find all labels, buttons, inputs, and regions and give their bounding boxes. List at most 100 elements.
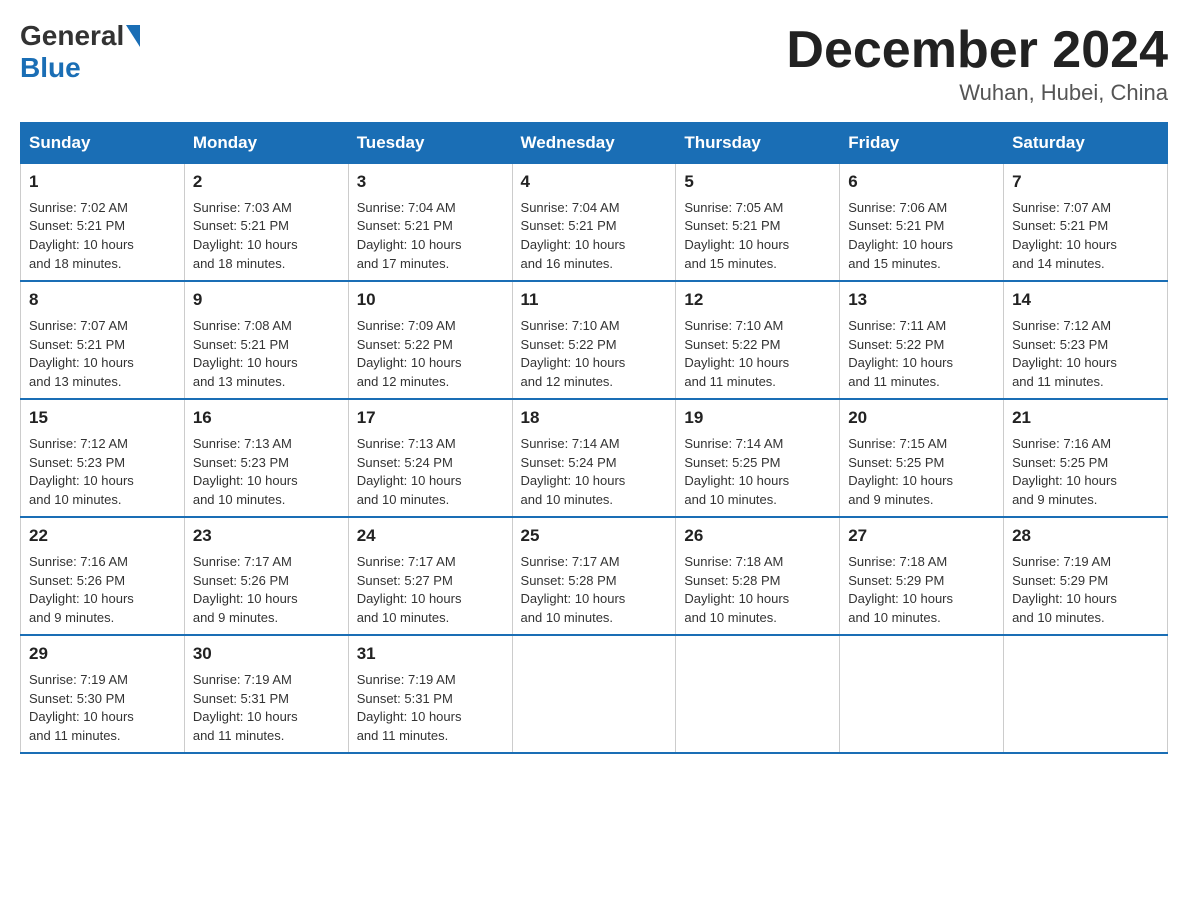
calendar-cell <box>676 635 840 753</box>
day-number: 9 <box>193 288 340 313</box>
day-number: 24 <box>357 524 504 549</box>
calendar-cell: 3 Sunrise: 7:04 AMSunset: 5:21 PMDaylight… <box>348 164 512 282</box>
day-info: Sunrise: 7:19 AMSunset: 5:29 PMDaylight:… <box>1012 554 1117 626</box>
day-number: 17 <box>357 406 504 431</box>
calendar-cell: 21 Sunrise: 7:16 AMSunset: 5:25 PMDayligh… <box>1004 399 1168 517</box>
calendar-cell: 30 Sunrise: 7:19 AMSunset: 5:31 PMDayligh… <box>184 635 348 753</box>
day-number: 23 <box>193 524 340 549</box>
header-friday: Friday <box>840 123 1004 164</box>
day-number: 13 <box>848 288 995 313</box>
calendar-cell: 27Sunrise: 7:18 AMSunset: 5:29 PMDayligh… <box>840 517 1004 635</box>
logo-triangle-icon <box>126 25 140 47</box>
day-number: 8 <box>29 288 176 313</box>
calendar-cell: 26Sunrise: 7:18 AMSunset: 5:28 PMDayligh… <box>676 517 840 635</box>
calendar-cell: 15 Sunrise: 7:12 AMSunset: 5:23 PMDayligh… <box>21 399 185 517</box>
day-info: Sunrise: 7:09 AMSunset: 5:22 PMDaylight:… <box>357 318 462 390</box>
calendar-cell: 10 Sunrise: 7:09 AMSunset: 5:22 PMDayligh… <box>348 281 512 399</box>
day-info: Sunrise: 7:03 AMSunset: 5:21 PMDaylight:… <box>193 200 298 272</box>
calendar-cell: 5Sunrise: 7:05 AMSunset: 5:21 PMDaylight… <box>676 164 840 282</box>
calendar-cell: 8 Sunrise: 7:07 AMSunset: 5:21 PMDaylight… <box>21 281 185 399</box>
day-number: 5 <box>684 170 831 195</box>
day-info: Sunrise: 7:02 AMSunset: 5:21 PMDaylight:… <box>29 200 134 272</box>
day-info: Sunrise: 7:16 AMSunset: 5:25 PMDaylight:… <box>1012 436 1117 508</box>
calendar-week-row: 8 Sunrise: 7:07 AMSunset: 5:21 PMDaylight… <box>21 281 1168 399</box>
day-info: Sunrise: 7:16 AMSunset: 5:26 PMDaylight:… <box>29 554 134 626</box>
day-info: Sunrise: 7:17 AMSunset: 5:28 PMDaylight:… <box>521 554 626 626</box>
calendar-cell: 31 Sunrise: 7:19 AMSunset: 5:31 PMDayligh… <box>348 635 512 753</box>
calendar-cell: 22 Sunrise: 7:16 AMSunset: 5:26 PMDayligh… <box>21 517 185 635</box>
day-info: Sunrise: 7:19 AMSunset: 5:30 PMDaylight:… <box>29 672 134 744</box>
day-number: 26 <box>684 524 831 549</box>
day-info: Sunrise: 7:14 AMSunset: 5:24 PMDaylight:… <box>521 436 626 508</box>
header-thursday: Thursday <box>676 123 840 164</box>
day-number: 7 <box>1012 170 1159 195</box>
day-info: Sunrise: 7:17 AMSunset: 5:27 PMDaylight:… <box>357 554 462 626</box>
day-info: Sunrise: 7:17 AMSunset: 5:26 PMDaylight:… <box>193 554 298 626</box>
day-info: Sunrise: 7:14 AMSunset: 5:25 PMDaylight:… <box>684 436 789 508</box>
header-tuesday: Tuesday <box>348 123 512 164</box>
calendar-table: SundayMondayTuesdayWednesdayThursdayFrid… <box>20 122 1168 754</box>
calendar-cell: 17Sunrise: 7:13 AMSunset: 5:24 PMDayligh… <box>348 399 512 517</box>
day-info: Sunrise: 7:12 AMSunset: 5:23 PMDaylight:… <box>29 436 134 508</box>
day-number: 20 <box>848 406 995 431</box>
calendar-cell: 14 Sunrise: 7:12 AMSunset: 5:23 PMDayligh… <box>1004 281 1168 399</box>
day-number: 18 <box>521 406 668 431</box>
calendar-cell: 6Sunrise: 7:06 AMSunset: 5:21 PMDaylight… <box>840 164 1004 282</box>
day-info: Sunrise: 7:19 AMSunset: 5:31 PMDaylight:… <box>193 672 298 744</box>
calendar-cell: 4 Sunrise: 7:04 AMSunset: 5:21 PMDaylight… <box>512 164 676 282</box>
calendar-cell: 2 Sunrise: 7:03 AMSunset: 5:21 PMDaylight… <box>184 164 348 282</box>
day-number: 3 <box>357 170 504 195</box>
calendar-cell: 13 Sunrise: 7:11 AMSunset: 5:22 PMDayligh… <box>840 281 1004 399</box>
logo-blue-text: Blue <box>20 52 81 83</box>
day-number: 14 <box>1012 288 1159 313</box>
day-number: 25 <box>521 524 668 549</box>
header-sunday: Sunday <box>21 123 185 164</box>
month-title: December 2024 <box>786 20 1168 80</box>
location: Wuhan, Hubei, China <box>786 80 1168 106</box>
calendar-cell: 18 Sunrise: 7:14 AMSunset: 5:24 PMDayligh… <box>512 399 676 517</box>
day-number: 22 <box>29 524 176 549</box>
calendar-cell: 25 Sunrise: 7:17 AMSunset: 5:28 PMDayligh… <box>512 517 676 635</box>
day-number: 29 <box>29 642 176 667</box>
calendar-cell: 7 Sunrise: 7:07 AMSunset: 5:21 PMDaylight… <box>1004 164 1168 282</box>
day-number: 4 <box>521 170 668 195</box>
calendar-cell: 16 Sunrise: 7:13 AMSunset: 5:23 PMDayligh… <box>184 399 348 517</box>
day-info: Sunrise: 7:04 AMSunset: 5:21 PMDaylight:… <box>521 200 626 272</box>
day-info: Sunrise: 7:12 AMSunset: 5:23 PMDaylight:… <box>1012 318 1117 390</box>
day-info: Sunrise: 7:19 AMSunset: 5:31 PMDaylight:… <box>357 672 462 744</box>
calendar-cell: 23 Sunrise: 7:17 AMSunset: 5:26 PMDayligh… <box>184 517 348 635</box>
header-saturday: Saturday <box>1004 123 1168 164</box>
day-number: 10 <box>357 288 504 313</box>
day-number: 31 <box>357 642 504 667</box>
calendar-cell: 1 Sunrise: 7:02 AMSunset: 5:21 PMDaylight… <box>21 164 185 282</box>
calendar-cell <box>512 635 676 753</box>
day-number: 19 <box>684 406 831 431</box>
day-info: Sunrise: 7:11 AMSunset: 5:22 PMDaylight:… <box>848 318 953 390</box>
day-number: 11 <box>521 288 668 313</box>
calendar-week-row: 1 Sunrise: 7:02 AMSunset: 5:21 PMDaylight… <box>21 164 1168 282</box>
day-number: 28 <box>1012 524 1159 549</box>
day-number: 30 <box>193 642 340 667</box>
day-info: Sunrise: 7:10 AMSunset: 5:22 PMDaylight:… <box>521 318 626 390</box>
day-info: Sunrise: 7:07 AMSunset: 5:21 PMDaylight:… <box>1012 200 1117 272</box>
calendar-cell: 28 Sunrise: 7:19 AMSunset: 5:29 PMDayligh… <box>1004 517 1168 635</box>
calendar-cell: 24 Sunrise: 7:17 AMSunset: 5:27 PMDayligh… <box>348 517 512 635</box>
title-area: December 2024 Wuhan, Hubei, China <box>786 20 1168 106</box>
day-number: 12 <box>684 288 831 313</box>
calendar-header-row: SundayMondayTuesdayWednesdayThursdayFrid… <box>21 123 1168 164</box>
day-info: Sunrise: 7:10 AMSunset: 5:22 PMDaylight:… <box>684 318 789 390</box>
header-monday: Monday <box>184 123 348 164</box>
day-number: 16 <box>193 406 340 431</box>
day-info: Sunrise: 7:07 AMSunset: 5:21 PMDaylight:… <box>29 318 134 390</box>
logo-general-text: General <box>20 20 124 52</box>
day-number: 15 <box>29 406 176 431</box>
day-number: 1 <box>29 170 176 195</box>
calendar-cell: 12 Sunrise: 7:10 AMSunset: 5:22 PMDayligh… <box>676 281 840 399</box>
day-info: Sunrise: 7:15 AMSunset: 5:25 PMDaylight:… <box>848 436 953 508</box>
day-number: 2 <box>193 170 340 195</box>
calendar-cell: 29 Sunrise: 7:19 AMSunset: 5:30 PMDayligh… <box>21 635 185 753</box>
calendar-cell <box>1004 635 1168 753</box>
day-info: Sunrise: 7:04 AMSunset: 5:21 PMDaylight:… <box>357 200 462 272</box>
day-number: 21 <box>1012 406 1159 431</box>
day-info: Sunrise: 7:13 AMSunset: 5:23 PMDaylight:… <box>193 436 298 508</box>
